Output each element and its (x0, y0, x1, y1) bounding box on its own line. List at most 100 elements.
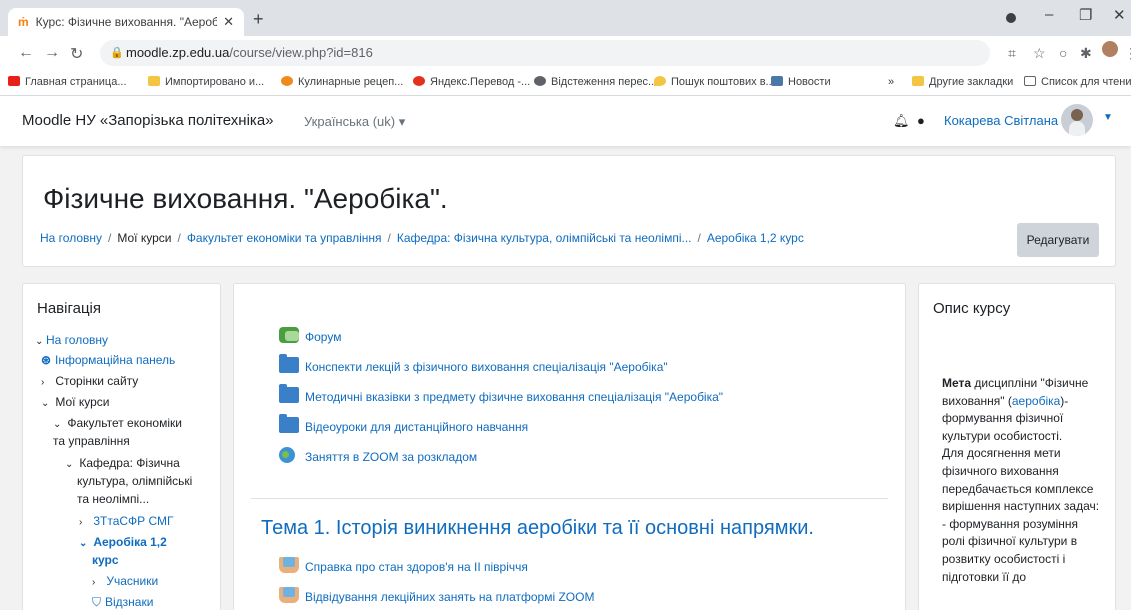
circle-extension-icon[interactable]: ○ (1059, 45, 1067, 61)
chevron-right-icon: › (41, 377, 45, 388)
activity-assignment[interactable]: Відвідування лекційних занять на платфор… (279, 587, 594, 604)
activity-url[interactable]: Заняття в ZOOM за розкладом (279, 447, 477, 464)
bookmark-item[interactable]: Новости (771, 76, 831, 88)
block-title: Навігація (37, 300, 102, 317)
nav-item-site-pages[interactable]: › Сторінки сайту (41, 372, 138, 392)
recipe-icon (281, 76, 293, 86)
lock-icon: 🔒 (110, 47, 124, 59)
folder-icon (912, 76, 924, 86)
profile-indicator-icon[interactable] (1006, 13, 1016, 23)
site-name-link[interactable]: Moodle НУ «Запорізька політехніка» (22, 112, 274, 129)
navigation-block: Навігація ⌄ На головну ⊛ Інформаційна пане… (22, 283, 221, 610)
close-tab-icon[interactable]: ✕ (223, 14, 234, 30)
bookmark-item[interactable]: Кулинарные рецеп... (281, 76, 403, 88)
course-description-text: Мета дисципліни "Фізичне виховання" (аер… (942, 376, 1100, 584)
course-description-block: Опис курсу Мета дисципліни "Фізичне вихо… (918, 283, 1116, 610)
bookmark-item[interactable]: Главная страница... (8, 76, 127, 88)
section-title[interactable]: Тема 1. Історія виникнення аеробіки та ї… (261, 517, 814, 540)
back-icon[interactable]: ← (18, 44, 34, 62)
user-name[interactable]: Кокарева Світлана (944, 113, 1058, 128)
moodle-navbar: Moodle НУ «Запорізька політехніка» Украї… (0, 96, 1131, 146)
chevron-down-icon: ⌄ (79, 538, 88, 549)
nav-item-home[interactable]: ⌄ На головну (35, 331, 108, 351)
yandex-translate-icon (413, 76, 425, 86)
bookmark-item[interactable]: Импортировано и... (148, 76, 264, 88)
map-pin-icon (654, 76, 666, 86)
reload-icon[interactable]: ↻ (70, 44, 83, 64)
nav-item-current-course[interactable]: ⌄ Аеробіка 1,2 (79, 533, 167, 553)
nav-item-badges[interactable]: ⛉ Відзнаки (92, 593, 153, 610)
assignment-icon (279, 557, 299, 573)
address-bar[interactable]: 🔒 moodle.zp.edu.ua/course/view.php?id=81… (100, 40, 990, 66)
breadcrumb-item[interactable]: Кафедра: Фізична культура, олімпійські т… (397, 231, 692, 245)
vk-icon (771, 76, 783, 86)
edit-button[interactable]: Редагувати (1017, 223, 1099, 257)
page-title: Фізичне виховання. "Аеробіка". (43, 183, 448, 214)
bell-icon[interactable]: 🔔︎ (893, 113, 910, 129)
tracking-icon (534, 76, 546, 86)
youtube-icon (8, 76, 20, 86)
nav-item-participants[interactable]: › Учасники (92, 572, 158, 592)
translate-icon[interactable]: ⌗ (1008, 45, 1016, 62)
kebab-menu-icon[interactable]: ⋮ (1124, 45, 1131, 62)
nav-item-my-courses[interactable]: ⌄ Мої курси (41, 393, 109, 413)
aerobics-link[interactable]: аеробіка (1012, 394, 1060, 408)
chevron-right-icon: › (92, 577, 96, 588)
bookmark-item[interactable]: Відстеження перес... (534, 76, 657, 88)
language-menu[interactable]: Українська (uk) ▾ (304, 114, 405, 130)
activity-assignment[interactable]: Справка про стан здоров'я на ІІ півріччя (279, 557, 528, 574)
chevron-down-icon[interactable]: ▼ (1103, 112, 1113, 123)
avatar[interactable] (1061, 104, 1093, 136)
folder-icon (279, 384, 299, 403)
nav-item-faculty-cont[interactable]: та управління (53, 432, 130, 450)
chevron-down-icon: ⌄ (35, 336, 44, 347)
block-title: Опис курсу (933, 300, 1011, 317)
assignment-icon (279, 587, 299, 603)
activity-forum[interactable]: Форум (279, 327, 341, 344)
minimize-icon[interactable]: – (1045, 6, 1053, 23)
star-icon[interactable]: ☆ (1033, 45, 1046, 62)
nav-item-dashboard[interactable]: ⊛ Інформаційна панель (41, 351, 175, 369)
puzzle-icon[interactable]: ✱ (1080, 45, 1092, 62)
reading-list-icon (1024, 76, 1036, 86)
url-path: /course/view.php?id=816 (229, 45, 373, 60)
chevron-right-icon: › (79, 517, 83, 528)
bookmark-item[interactable]: Пошук поштових в... (654, 76, 775, 88)
new-tab-button[interactable]: + (253, 9, 264, 30)
chat-icon[interactable]: ● (917, 113, 925, 128)
browser-tab[interactable]: ṁ Курс: Фізичне виховання. "Аероб ✕ (8, 8, 244, 36)
breadcrumb-item[interactable]: Аеробіка 1,2 курс (707, 231, 804, 245)
nav-item-department[interactable]: ⌄ Кафедра: Фізична (65, 454, 180, 474)
chevron-down-icon: ⌄ (65, 459, 74, 470)
nav-item-course-smg[interactable]: › 3ТтаСФР СМГ (79, 512, 174, 532)
browser-toolbar: ← → ↻ 🔒 moodle.zp.edu.ua/course/view.php… (0, 36, 1131, 70)
restore-icon[interactable]: ❐ (1079, 6, 1092, 24)
nav-item-faculty[interactable]: ⌄ Факультет економіки (53, 414, 182, 434)
breadcrumb-item: Мої курси (117, 231, 172, 245)
nav-item-department-cont[interactable]: культура, олімпійські (77, 472, 192, 490)
reading-list[interactable]: Список для чтения (1024, 76, 1131, 88)
activity-folder[interactable]: Конспекти лекцій з фізичного виховання с… (279, 354, 668, 374)
breadcrumb-item[interactable]: На головну (40, 231, 102, 245)
forward-icon[interactable]: → (44, 44, 60, 62)
browser-tabstrip: ṁ Курс: Фізичне виховання. "Аероб ✕ + – … (0, 0, 1131, 36)
close-window-icon[interactable]: ✕ (1113, 6, 1126, 24)
folder-icon (279, 354, 299, 373)
tab-title: Курс: Фізичне виховання. "Аероб (35, 15, 218, 29)
bookmarks-bar: Главная страница... Импортировано и... К… (0, 70, 1131, 96)
shield-icon: ⛉ (92, 595, 102, 609)
other-bookmarks[interactable]: Другие закладки (912, 76, 1013, 88)
bookmarks-overflow-button[interactable]: » (888, 76, 894, 88)
profile-avatar-icon[interactable] (1102, 41, 1118, 57)
activity-folder[interactable]: Методичні вказівки з предмету фізичне ви… (279, 384, 723, 404)
bookmark-item[interactable]: Яндекс.Перевод -... (413, 76, 530, 88)
folder-icon (148, 76, 160, 86)
section-divider (251, 498, 888, 499)
forum-icon (279, 327, 299, 343)
chevron-down-icon: ⌄ (41, 398, 50, 409)
breadcrumb-item[interactable]: Факультет економіки та управління (187, 231, 382, 245)
nav-item-department-cont[interactable]: та неолімпі... (77, 490, 149, 508)
nav-item-current-course-cont[interactable]: курс (92, 551, 119, 569)
activity-folder[interactable]: Відеоуроки для дистанційного навчання (279, 414, 528, 434)
breadcrumb: На головну / Мої курси / Факультет економіки… (40, 231, 804, 245)
